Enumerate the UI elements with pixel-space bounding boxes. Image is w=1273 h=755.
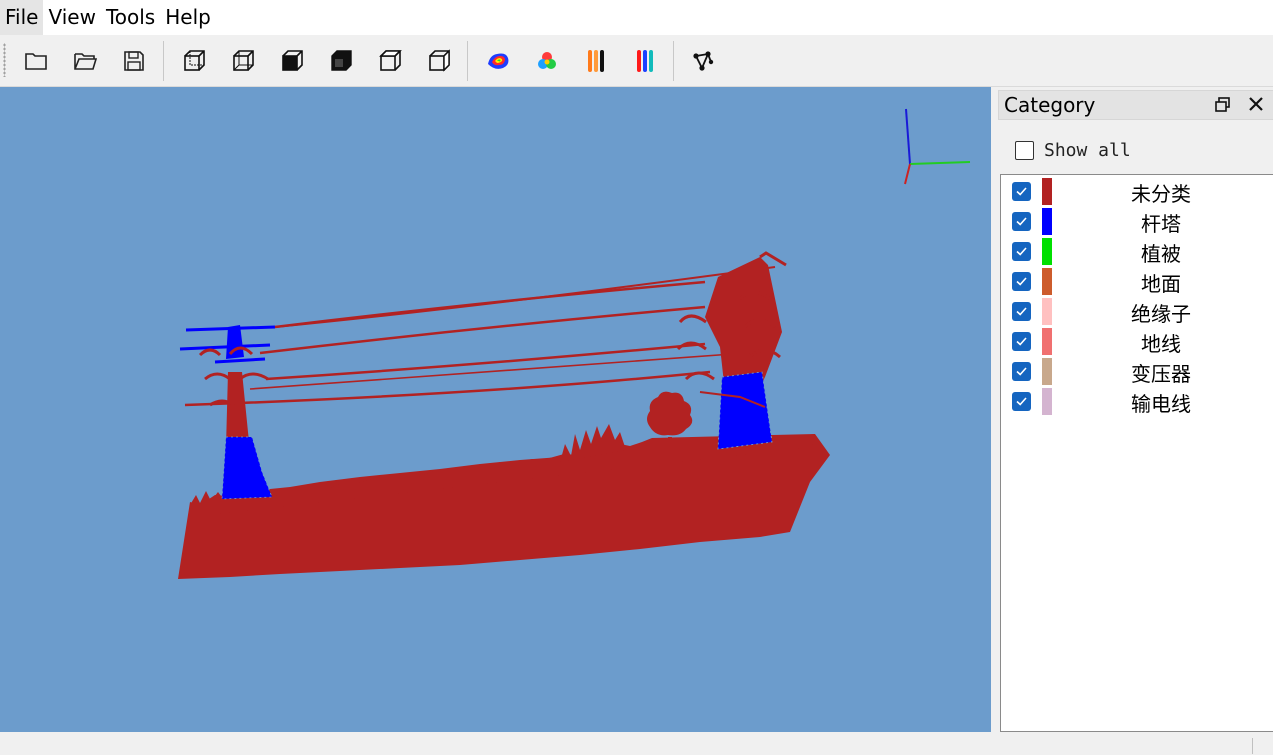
left-view-icon	[282, 50, 303, 71]
class-color-button[interactable]	[529, 43, 565, 79]
save-icon	[124, 51, 144, 71]
menu-view[interactable]: View	[43, 0, 100, 35]
category-item[interactable]: 绝缘子	[1001, 296, 1273, 326]
category-checkbox[interactable]	[1012, 302, 1031, 321]
menu-file[interactable]: File	[0, 0, 44, 35]
ramp-color-icon	[588, 50, 604, 72]
ramp-color-button[interactable]	[578, 43, 614, 79]
right-view-icon	[331, 50, 352, 71]
check-icon	[1016, 217, 1027, 226]
category-label: 杆塔	[1141, 212, 1181, 236]
toolbar	[0, 35, 1273, 87]
category-list: 未分类杆塔植被地面绝缘子地线变压器输电线	[1000, 174, 1273, 732]
back-view-button[interactable]	[225, 43, 261, 79]
category-item[interactable]: 地面	[1001, 266, 1273, 296]
category-color-swatch[interactable]	[1042, 238, 1052, 265]
show-all-label: Show all	[1044, 140, 1131, 161]
check-icon	[1016, 337, 1027, 346]
category-color-swatch[interactable]	[1042, 178, 1052, 205]
height-color-button[interactable]	[480, 43, 516, 79]
open-folder-button[interactable]	[67, 43, 103, 79]
category-item[interactable]: 未分类	[1001, 176, 1273, 206]
float-panel-icon[interactable]	[1214, 96, 1232, 114]
category-label: 地线	[1141, 332, 1181, 356]
new-folder-button[interactable]	[18, 43, 54, 79]
bottom-view-icon	[429, 49, 450, 72]
open-folder-icon	[74, 53, 98, 70]
back-view-icon	[233, 50, 254, 71]
category-panel-titlebar[interactable]: Category	[998, 90, 1273, 120]
rgb-color-button[interactable]	[627, 43, 663, 79]
category-color-swatch[interactable]	[1042, 298, 1052, 325]
category-label: 绝缘子	[1131, 302, 1191, 326]
rgb-color-icon	[637, 50, 653, 72]
category-checkbox[interactable]	[1012, 272, 1031, 291]
category-checkbox[interactable]	[1012, 392, 1031, 411]
check-icon	[1016, 367, 1027, 376]
category-panel-title: Category	[1004, 93, 1096, 117]
close-icon[interactable]	[1246, 94, 1266, 114]
check-icon	[1016, 397, 1027, 406]
category-label: 变压器	[1131, 362, 1191, 386]
toolbar-grip[interactable]	[3, 43, 6, 77]
category-checkbox[interactable]	[1012, 242, 1031, 261]
category-color-swatch[interactable]	[1042, 388, 1052, 415]
graph-icon	[693, 51, 714, 71]
graph-button[interactable]	[685, 43, 721, 79]
category-label: 地面	[1141, 272, 1181, 296]
top-view-button[interactable]	[372, 43, 408, 79]
category-color-swatch[interactable]	[1042, 268, 1052, 295]
category-item[interactable]: 输电线	[1001, 386, 1273, 416]
menu-bar: File View Tools Help	[0, 0, 1273, 35]
category-color-swatch[interactable]	[1042, 328, 1052, 355]
top-view-icon	[379, 50, 402, 71]
left-tower-points	[179, 325, 276, 500]
point-cloud-scene	[178, 108, 971, 579]
power-line-points	[184, 266, 776, 407]
category-item[interactable]: 杆塔	[1001, 206, 1273, 236]
save-button[interactable]	[116, 43, 152, 79]
size-grip[interactable]	[1252, 738, 1253, 754]
new-folder-icon	[25, 53, 47, 70]
status-bar	[0, 732, 1273, 755]
category-item[interactable]: 植被	[1001, 236, 1273, 266]
category-item[interactable]: 变压器	[1001, 356, 1273, 386]
category-checkbox[interactable]	[1012, 362, 1031, 381]
show-all-box[interactable]	[1015, 141, 1034, 160]
bottom-view-button[interactable]	[421, 43, 457, 79]
left-view-button[interactable]	[274, 43, 310, 79]
category-checkbox[interactable]	[1012, 332, 1031, 351]
menu-tools[interactable]: Tools	[101, 0, 160, 35]
class-color-icon	[538, 52, 556, 69]
category-label: 未分类	[1131, 182, 1191, 206]
category-checkbox[interactable]	[1012, 212, 1031, 231]
axes-gizmo	[904, 108, 971, 185]
height-color-icon	[488, 53, 509, 69]
category-label: 植被	[1141, 242, 1181, 266]
right-view-button[interactable]	[323, 43, 359, 79]
category-checkbox[interactable]	[1012, 182, 1031, 201]
category-color-swatch[interactable]	[1042, 208, 1052, 235]
category-item[interactable]: 地线	[1001, 326, 1273, 356]
menu-help[interactable]: Help	[160, 0, 216, 35]
category-label: 输电线	[1131, 392, 1191, 416]
front-view-button[interactable]	[176, 43, 212, 79]
category-color-swatch[interactable]	[1042, 358, 1052, 385]
show-all-checkbox[interactable]: Show all	[1015, 140, 1131, 161]
check-icon	[1016, 187, 1027, 196]
check-icon	[1016, 277, 1027, 286]
check-icon	[1016, 307, 1027, 316]
category-panel: Category Show all 未分类杆塔植被地面绝缘子地线变压器输电线	[993, 87, 1273, 732]
point-cloud-viewport[interactable]	[0, 87, 991, 732]
check-icon	[1016, 247, 1027, 256]
front-view-icon	[184, 50, 205, 71]
